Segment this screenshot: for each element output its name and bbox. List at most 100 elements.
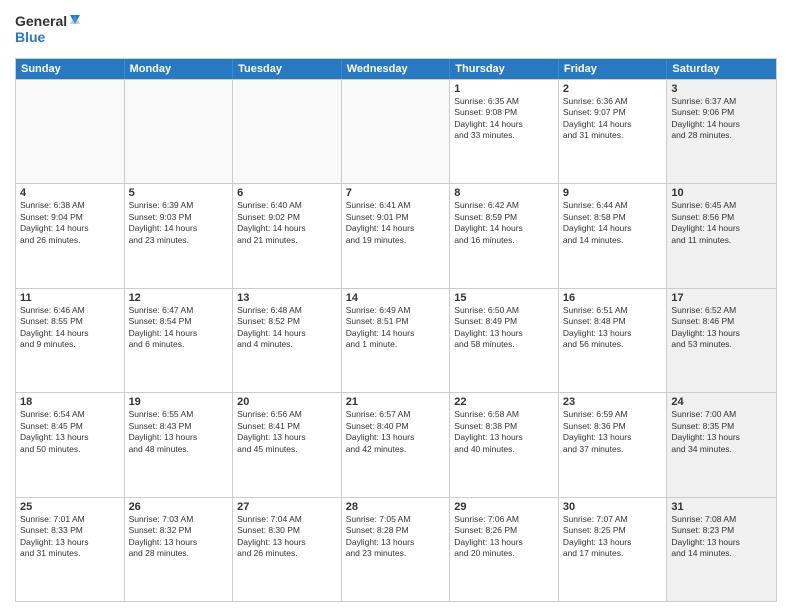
day-number: 2: [563, 83, 663, 95]
day-cell-21: 21Sunrise: 6:57 AMSunset: 8:40 PMDayligh…: [342, 393, 451, 496]
page: General Blue SundayMondayTuesdayWednesda…: [0, 0, 792, 612]
cell-info-line: Sunrise: 6:35 AM: [454, 96, 554, 107]
cell-info-line: Sunset: 8:23 PM: [671, 525, 772, 536]
cell-info-line: Sunrise: 7:01 AM: [20, 514, 120, 525]
cell-info-line: Daylight: 13 hours: [563, 537, 663, 548]
cell-info-line: Sunrise: 7:04 AM: [237, 514, 337, 525]
cell-info-line: and 31 minutes.: [20, 548, 120, 559]
cell-info-line: and 45 minutes.: [237, 444, 337, 455]
cell-info-line: Sunset: 8:58 PM: [563, 212, 663, 223]
cell-info-line: and 19 minutes.: [346, 235, 446, 246]
cell-info-line: and 58 minutes.: [454, 339, 554, 350]
cell-info-line: and 31 minutes.: [563, 130, 663, 141]
day-number: 19: [129, 396, 229, 408]
cell-info-line: Sunrise: 7:06 AM: [454, 514, 554, 525]
cell-info-line: Sunset: 8:51 PM: [346, 316, 446, 327]
cell-info-line: Sunrise: 7:00 AM: [671, 409, 772, 420]
svg-text:General: General: [15, 13, 67, 29]
day-number: 31: [671, 501, 772, 513]
cell-info-line: and 26 minutes.: [237, 548, 337, 559]
cell-info-line: and 17 minutes.: [563, 548, 663, 559]
cell-info-line: Daylight: 14 hours: [346, 328, 446, 339]
cell-info-line: Sunset: 8:35 PM: [671, 421, 772, 432]
day-number: 4: [20, 187, 120, 199]
day-cell-10: 10Sunrise: 6:45 AMSunset: 8:56 PMDayligh…: [667, 184, 776, 287]
day-number: 7: [346, 187, 446, 199]
cell-info-line: Sunset: 9:07 PM: [563, 107, 663, 118]
day-cell-4: 4Sunrise: 6:38 AMSunset: 9:04 PMDaylight…: [16, 184, 125, 287]
day-cell-30: 30Sunrise: 7:07 AMSunset: 8:25 PMDayligh…: [559, 498, 668, 601]
cell-info-line: Sunset: 9:01 PM: [346, 212, 446, 223]
cell-info-line: and 33 minutes.: [454, 130, 554, 141]
day-cell-31: 31Sunrise: 7:08 AMSunset: 8:23 PMDayligh…: [667, 498, 776, 601]
cell-info-line: Sunrise: 6:48 AM: [237, 305, 337, 316]
cell-info-line: and 20 minutes.: [454, 548, 554, 559]
cell-info-line: Sunset: 8:45 PM: [20, 421, 120, 432]
day-cell-12: 12Sunrise: 6:47 AMSunset: 8:54 PMDayligh…: [125, 289, 234, 392]
cell-info-line: and 28 minutes.: [671, 130, 772, 141]
cell-info-line: Sunset: 8:41 PM: [237, 421, 337, 432]
cell-info-line: and 23 minutes.: [129, 235, 229, 246]
day-number: 5: [129, 187, 229, 199]
cell-info-line: Sunrise: 7:03 AM: [129, 514, 229, 525]
cell-info-line: Daylight: 14 hours: [129, 223, 229, 234]
cell-info-line: Sunset: 8:54 PM: [129, 316, 229, 327]
cell-info-line: Sunrise: 6:44 AM: [563, 200, 663, 211]
cell-info-line: Daylight: 13 hours: [129, 432, 229, 443]
cell-info-line: Sunrise: 6:55 AM: [129, 409, 229, 420]
cell-info-line: Sunrise: 6:39 AM: [129, 200, 229, 211]
day-cell-6: 6Sunrise: 6:40 AMSunset: 9:02 PMDaylight…: [233, 184, 342, 287]
day-number: 30: [563, 501, 663, 513]
cell-info-line: and 16 minutes.: [454, 235, 554, 246]
day-number: 20: [237, 396, 337, 408]
calendar-body: 1Sunrise: 6:35 AMSunset: 9:08 PMDaylight…: [16, 79, 776, 601]
cell-info-line: Sunset: 8:43 PM: [129, 421, 229, 432]
cell-info-line: Daylight: 13 hours: [671, 328, 772, 339]
day-cell-1: 1Sunrise: 6:35 AMSunset: 9:08 PMDaylight…: [450, 80, 559, 183]
cell-info-line: Sunset: 8:52 PM: [237, 316, 337, 327]
day-number: 27: [237, 501, 337, 513]
cell-info-line: Daylight: 14 hours: [671, 119, 772, 130]
cell-info-line: Sunrise: 6:37 AM: [671, 96, 772, 107]
cell-info-line: Sunrise: 6:36 AM: [563, 96, 663, 107]
logo-icon: General Blue: [15, 10, 80, 52]
cell-info-line: and 11 minutes.: [671, 235, 772, 246]
cell-info-line: Daylight: 14 hours: [20, 223, 120, 234]
cell-info-line: Sunset: 8:48 PM: [563, 316, 663, 327]
calendar-row-2: 11Sunrise: 6:46 AMSunset: 8:55 PMDayligh…: [16, 288, 776, 392]
day-header-thursday: Thursday: [450, 59, 559, 79]
cell-info-line: and 42 minutes.: [346, 444, 446, 455]
cell-info-line: Sunset: 8:33 PM: [20, 525, 120, 536]
calendar-row-0: 1Sunrise: 6:35 AMSunset: 9:08 PMDaylight…: [16, 79, 776, 183]
day-cell-15: 15Sunrise: 6:50 AMSunset: 8:49 PMDayligh…: [450, 289, 559, 392]
cell-info-line: Sunset: 9:06 PM: [671, 107, 772, 118]
day-number: 8: [454, 187, 554, 199]
cell-info-line: Daylight: 13 hours: [346, 432, 446, 443]
cell-info-line: Sunset: 8:49 PM: [454, 316, 554, 327]
day-number: 24: [671, 396, 772, 408]
cell-info-line: Sunrise: 6:41 AM: [346, 200, 446, 211]
day-cell-23: 23Sunrise: 6:59 AMSunset: 8:36 PMDayligh…: [559, 393, 668, 496]
day-number: 13: [237, 292, 337, 304]
cell-info-line: Daylight: 13 hours: [563, 432, 663, 443]
cell-info-line: Sunrise: 6:38 AM: [20, 200, 120, 211]
cell-info-line: Sunrise: 6:46 AM: [20, 305, 120, 316]
empty-cell: [16, 80, 125, 183]
calendar: SundayMondayTuesdayWednesdayThursdayFrid…: [15, 58, 777, 602]
day-cell-7: 7Sunrise: 6:41 AMSunset: 9:01 PMDaylight…: [342, 184, 451, 287]
day-number: 6: [237, 187, 337, 199]
day-number: 16: [563, 292, 663, 304]
cell-info-line: and 21 minutes.: [237, 235, 337, 246]
day-number: 28: [346, 501, 446, 513]
cell-info-line: Daylight: 13 hours: [454, 537, 554, 548]
cell-info-line: Daylight: 14 hours: [237, 223, 337, 234]
cell-info-line: Sunset: 9:02 PM: [237, 212, 337, 223]
cell-info-line: and 56 minutes.: [563, 339, 663, 350]
day-cell-29: 29Sunrise: 7:06 AMSunset: 8:26 PMDayligh…: [450, 498, 559, 601]
day-number: 15: [454, 292, 554, 304]
day-number: 17: [671, 292, 772, 304]
cell-info-line: Sunrise: 6:47 AM: [129, 305, 229, 316]
day-cell-19: 19Sunrise: 6:55 AMSunset: 8:43 PMDayligh…: [125, 393, 234, 496]
cell-info-line: and 50 minutes.: [20, 444, 120, 455]
cell-info-line: Sunset: 8:32 PM: [129, 525, 229, 536]
